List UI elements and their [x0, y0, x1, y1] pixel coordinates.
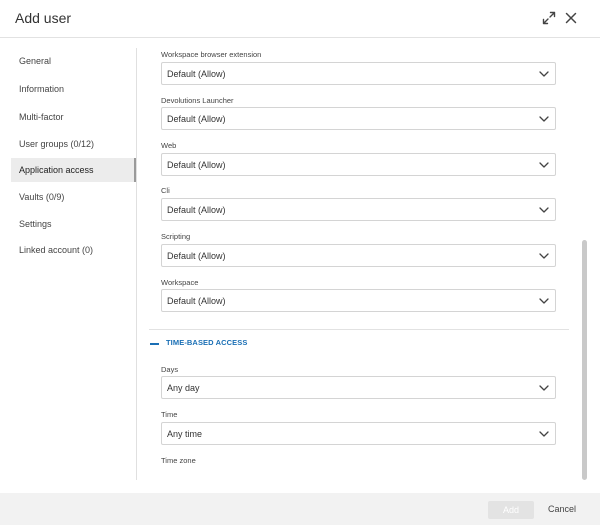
sidebar-item-linked-account[interactable]: Linked account (0) [11, 238, 136, 262]
field-label-workspace: Workspace [161, 278, 199, 287]
select-value: Any day [167, 383, 200, 393]
select-devolutions-launcher[interactable]: Default (Allow) [161, 107, 556, 130]
sidebar-item-vaults[interactable]: Vaults (0/9) [11, 185, 136, 209]
chevron-down-icon [539, 253, 549, 259]
section-divider [149, 329, 569, 330]
select-value: Default (Allow) [167, 296, 226, 306]
field-label-workspace-browser-extension: Workspace browser extension [161, 50, 262, 59]
sidebar-item-general[interactable]: General [11, 49, 136, 73]
chevron-down-icon [539, 162, 549, 168]
chevron-down-icon [539, 298, 549, 304]
field-label-time-zone: Time zone [161, 456, 196, 465]
application-access-panel: Workspace browser extension Default (All… [149, 44, 581, 480]
field-label-web: Web [161, 141, 177, 150]
close-icon[interactable] [563, 10, 579, 26]
select-web[interactable]: Default (Allow) [161, 153, 556, 176]
field-label-devolutions-launcher: Devolutions Launcher [161, 96, 234, 105]
sidebar-item-multi-factor[interactable]: Multi-factor [11, 105, 136, 129]
field-label-cli: Cli [161, 186, 170, 195]
select-scripting[interactable]: Default (Allow) [161, 244, 556, 267]
expand-icon[interactable] [541, 10, 557, 26]
sidebar-item-user-groups[interactable]: User groups (0/12) [11, 132, 136, 156]
add-button[interactable]: Add [488, 501, 534, 519]
select-days[interactable]: Any day [161, 376, 556, 399]
dialog-footer: Add Cancel [0, 493, 600, 525]
dialog-title: Add user [15, 10, 72, 26]
dialog-header: Add user [0, 0, 600, 38]
content-scrollbar[interactable] [582, 240, 587, 480]
section-title: TIME-BASED ACCESS [166, 338, 248, 347]
chevron-down-icon [539, 431, 549, 437]
sidebar-item-settings[interactable]: Settings [11, 212, 136, 236]
chevron-down-icon [539, 207, 549, 213]
field-label-time: Time [161, 410, 178, 419]
cancel-button[interactable]: Cancel [548, 504, 576, 514]
select-value: Default (Allow) [167, 160, 226, 170]
field-label-days: Days [161, 365, 179, 374]
select-value: Default (Allow) [167, 69, 226, 79]
chevron-down-icon [539, 71, 549, 77]
select-time[interactable]: Any time [161, 422, 556, 445]
add-user-dialog: Add user General Information Multi-facto… [0, 0, 600, 525]
select-value: Any time [167, 429, 203, 439]
field-label-scripting: Scripting [161, 232, 191, 241]
chevron-down-icon [539, 116, 549, 122]
select-cli[interactable]: Default (Allow) [161, 198, 556, 221]
select-value: Default (Allow) [167, 114, 226, 124]
sidebar-nav: General Information Multi-factor User gr… [11, 48, 137, 480]
chevron-down-icon [539, 385, 549, 391]
select-value: Default (Allow) [167, 205, 226, 215]
collapse-minus-icon [150, 343, 159, 345]
select-value: Default (Allow) [167, 251, 226, 261]
sidebar-item-application-access[interactable]: Application access [11, 158, 136, 182]
select-workspace[interactable]: Default (Allow) [161, 289, 556, 312]
sidebar-item-information[interactable]: Information [11, 77, 136, 101]
select-workspace-browser-extension[interactable]: Default (Allow) [161, 62, 556, 85]
